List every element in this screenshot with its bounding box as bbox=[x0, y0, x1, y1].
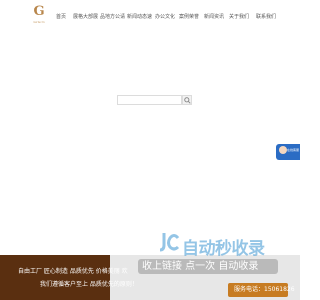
footer-banner-dark-panel bbox=[0, 255, 110, 300]
banner-slogan-line1: 自由工厂 匠心制造 品质优先 价格美丽 欢 bbox=[18, 268, 128, 275]
nav-item-5[interactable]: 办公文化 bbox=[155, 12, 175, 22]
watermark-title: 自动秒收录 bbox=[182, 239, 265, 259]
nav-item-2[interactable]: 展格大部展 bbox=[73, 12, 98, 22]
logo-letter: G bbox=[33, 4, 45, 19]
customer-service-avatar-icon bbox=[279, 146, 287, 154]
nav-item-4[interactable]: 新闻动态速 bbox=[127, 12, 152, 22]
nav-about[interactable]: 关于我们 bbox=[229, 12, 249, 22]
nav-home[interactable]: 首页 bbox=[56, 12, 66, 22]
jc-logo-icon bbox=[159, 233, 180, 252]
search-button[interactable] bbox=[182, 95, 192, 105]
floating-contact-label: 在线客服 bbox=[287, 148, 300, 152]
nav-item-6[interactable]: 案例荣誉 bbox=[179, 12, 199, 22]
site-logo[interactable]: G Girlscm bbox=[30, 5, 48, 25]
banner-slogan-line2: 我们遵循客户至上 品质优先的原则！ bbox=[40, 281, 138, 288]
search-input[interactable] bbox=[117, 95, 182, 105]
nav-item-3[interactable]: 品地方公请 bbox=[100, 12, 125, 22]
watermark-subtitle: 收上链接 点一次 自动收录 bbox=[142, 261, 259, 272]
search-icon bbox=[184, 97, 191, 104]
phone-label: 服务电话：15061826 bbox=[234, 286, 295, 293]
site-header: G Girlscm 首页 展格大部展 品地方公请 新闻动态速 办公文化 案例荣誉… bbox=[0, 0, 300, 32]
floating-contact-button[interactable]: 在线客服 bbox=[276, 144, 300, 160]
logo-subtitle: Girlscm bbox=[33, 20, 45, 24]
nav-item-7[interactable]: 新闻资讯 bbox=[204, 12, 224, 22]
nav-contact[interactable]: 联系我们 bbox=[256, 12, 276, 22]
